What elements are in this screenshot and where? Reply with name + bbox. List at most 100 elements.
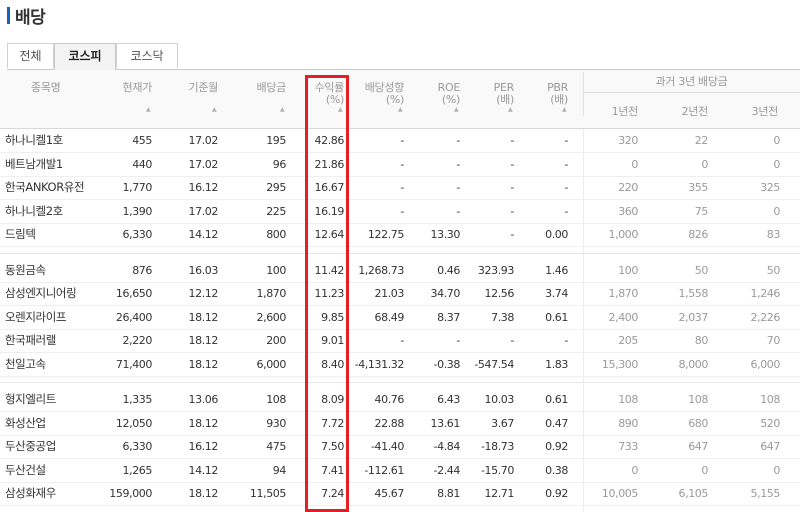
past-3y-cell: 83 bbox=[766, 228, 781, 241]
dividend-cell: 800 bbox=[266, 228, 286, 241]
per-cell: - bbox=[510, 134, 514, 147]
payout-cell: - bbox=[400, 134, 404, 147]
col-header-pbr[interactable]: PBR (배) bbox=[534, 82, 568, 106]
dividend-cell: 200 bbox=[266, 334, 286, 347]
per-cell: 12.71 bbox=[484, 487, 515, 500]
col-header-dividend[interactable]: 배당금 bbox=[250, 82, 287, 94]
pbr-cell: 1.46 bbox=[545, 263, 568, 277]
sort-up-icon[interactable]: ▲ bbox=[508, 106, 513, 113]
base-month-cell: 17.02 bbox=[188, 204, 219, 218]
roe-cell: - bbox=[456, 204, 460, 218]
stock-name[interactable]: 하나니켈1호 bbox=[5, 129, 105, 152]
roe-cell: 8.81 bbox=[437, 487, 460, 500]
sort-up-icon[interactable]: ▲ bbox=[146, 106, 151, 113]
sort-up-icon[interactable]: ▲ bbox=[562, 106, 567, 113]
per-cell: - bbox=[510, 204, 514, 218]
table-row: 삼성화재우 159,000 18.12 11,505 7.24 45.67 8.81 12.7… bbox=[0, 482, 800, 506]
table-row: 형지엘리트 1,335 13.06 108 8.09 40.76 6.43 10.03 0.61… bbox=[0, 388, 800, 412]
payout-cell: -4,131.32 bbox=[354, 357, 405, 371]
col-header-payout[interactable]: 배당성향 (%) bbox=[356, 82, 405, 106]
payout-cell: - bbox=[400, 334, 404, 347]
payout-cell: -41.40 bbox=[370, 440, 404, 453]
price-cell: 440 bbox=[132, 157, 152, 171]
page-title-bar: 배당 bbox=[7, 3, 46, 28]
table-row: 하나니켈2호 1,390 17.02 225 16.19- - - -360 75 0 bbox=[0, 200, 800, 224]
dividend-cell: 1,870 bbox=[256, 287, 287, 300]
col-header-roe[interactable]: ROE (%) bbox=[426, 82, 461, 106]
price-cell: 2,220 bbox=[122, 334, 153, 347]
pbr-cell: 0.38 bbox=[545, 463, 568, 477]
col-header-2y: 2년전 bbox=[681, 105, 709, 118]
past-2y-cell: 6,105 bbox=[678, 487, 709, 500]
payout-cell: -112.61 bbox=[364, 463, 404, 477]
past-2y-cell: 680 bbox=[688, 416, 708, 430]
stock-name[interactable]: 한국패러랠 bbox=[5, 329, 105, 352]
pbr-cell: 0.47 bbox=[545, 416, 568, 430]
past-1y-cell: 10,005 bbox=[601, 487, 638, 500]
table-row: 삼성엔지니어링 16,650 12.12 1,870 11.23 21.03 34.70 12… bbox=[0, 282, 800, 306]
past-2y-cell: 1,558 bbox=[678, 287, 709, 300]
stock-name[interactable]: 형지엘리트 bbox=[5, 388, 105, 411]
stock-name[interactable]: 두산건설 bbox=[5, 459, 105, 482]
roe-cell: 0.46 bbox=[437, 263, 460, 277]
sort-up-icon[interactable]: ▲ bbox=[454, 106, 459, 113]
payout-cell: 22.88 bbox=[374, 416, 405, 430]
table-header: 종목명 현재가 ▲ 기준월 ▲ 배당금 ▲ 수익률 (%) ▲ 배당성향 (%)… bbox=[0, 70, 800, 129]
price-cell: 26,400 bbox=[115, 310, 152, 324]
stock-name[interactable]: 화성산업 bbox=[5, 412, 105, 435]
dividend-cell: 195 bbox=[266, 134, 286, 147]
past-1y-cell: 15,300 bbox=[601, 357, 638, 371]
past-3y-cell: 108 bbox=[760, 393, 780, 406]
stock-name[interactable]: 동원금속 bbox=[5, 259, 105, 282]
col-header-per[interactable]: PER (배) bbox=[480, 82, 515, 106]
payout-cell: 21.03 bbox=[374, 287, 405, 300]
price-cell: 1,335 bbox=[122, 393, 153, 406]
stock-name[interactable]: 오렌지라이프 bbox=[5, 306, 105, 329]
past-2y-cell: 826 bbox=[688, 228, 708, 241]
payout-cell: 122.75 bbox=[367, 228, 404, 241]
base-month-cell: 18.12 bbox=[188, 334, 219, 347]
stock-name[interactable]: 베트남개발1 bbox=[5, 153, 105, 176]
tab-all[interactable]: 전체 bbox=[7, 43, 54, 68]
sort-up-icon[interactable]: ▲ bbox=[280, 106, 285, 113]
base-month-cell: 13.06 bbox=[188, 393, 219, 406]
past-3y-cell: 50 bbox=[766, 263, 781, 277]
group-separator bbox=[0, 382, 800, 383]
past-2y-cell: 0 bbox=[701, 157, 708, 171]
per-cell: -18.73 bbox=[480, 440, 514, 453]
pbr-cell: 0.00 bbox=[545, 228, 568, 241]
roe-cell: - bbox=[456, 134, 460, 147]
sort-up-icon[interactable]: ▲ bbox=[212, 106, 217, 113]
base-month-cell: 12.12 bbox=[188, 287, 219, 300]
price-cell: 1,770 bbox=[122, 181, 153, 194]
past-3y-cell: 70 bbox=[766, 334, 781, 347]
past-1y-cell: 733 bbox=[618, 440, 638, 453]
past-3y-cell: 6,000 bbox=[750, 357, 781, 371]
tab-kospi[interactable]: 코스피 bbox=[54, 43, 116, 70]
sort-up-icon[interactable]: ▲ bbox=[398, 106, 403, 113]
per-cell: - bbox=[510, 228, 514, 241]
past-3y-cell: 520 bbox=[760, 416, 780, 430]
stock-name[interactable]: 드림텍 bbox=[5, 223, 105, 246]
stock-name[interactable]: 한국ANKOR유전 bbox=[5, 176, 105, 199]
per-cell: - bbox=[510, 334, 514, 347]
col-header-per-unit: (배) bbox=[496, 93, 514, 106]
stock-name[interactable]: 하나니켈2호 bbox=[5, 200, 105, 223]
base-month-cell: 18.12 bbox=[188, 416, 219, 430]
tab-kosdaq[interactable]: 코스닥 bbox=[116, 43, 178, 68]
price-cell: 1,390 bbox=[122, 204, 153, 218]
stock-name[interactable]: 천일고속 bbox=[5, 353, 105, 376]
col-header-base-month[interactable]: 기준월 bbox=[182, 82, 219, 94]
price-cell: 12,050 bbox=[115, 416, 152, 430]
stock-name[interactable]: 두산중공업 bbox=[5, 435, 105, 458]
per-cell: 323.93 bbox=[477, 263, 514, 277]
past-1y-cell: 205 bbox=[618, 334, 638, 347]
market-tabs: 전체 코스피 코스닥 bbox=[7, 43, 800, 70]
dividend-cell: 6,000 bbox=[256, 357, 287, 371]
stock-name[interactable]: 삼성화재우 bbox=[5, 482, 105, 505]
table-row: 베트남개발1 440 17.02 96 21.86- - - -0 0 0 bbox=[0, 153, 800, 177]
past-3y-cell: 0 bbox=[773, 134, 780, 147]
past-3y-cell: 0 bbox=[773, 157, 780, 171]
col-header-price[interactable]: 현재가 bbox=[116, 82, 153, 94]
stock-name[interactable]: 삼성엔지니어링 bbox=[5, 282, 105, 305]
